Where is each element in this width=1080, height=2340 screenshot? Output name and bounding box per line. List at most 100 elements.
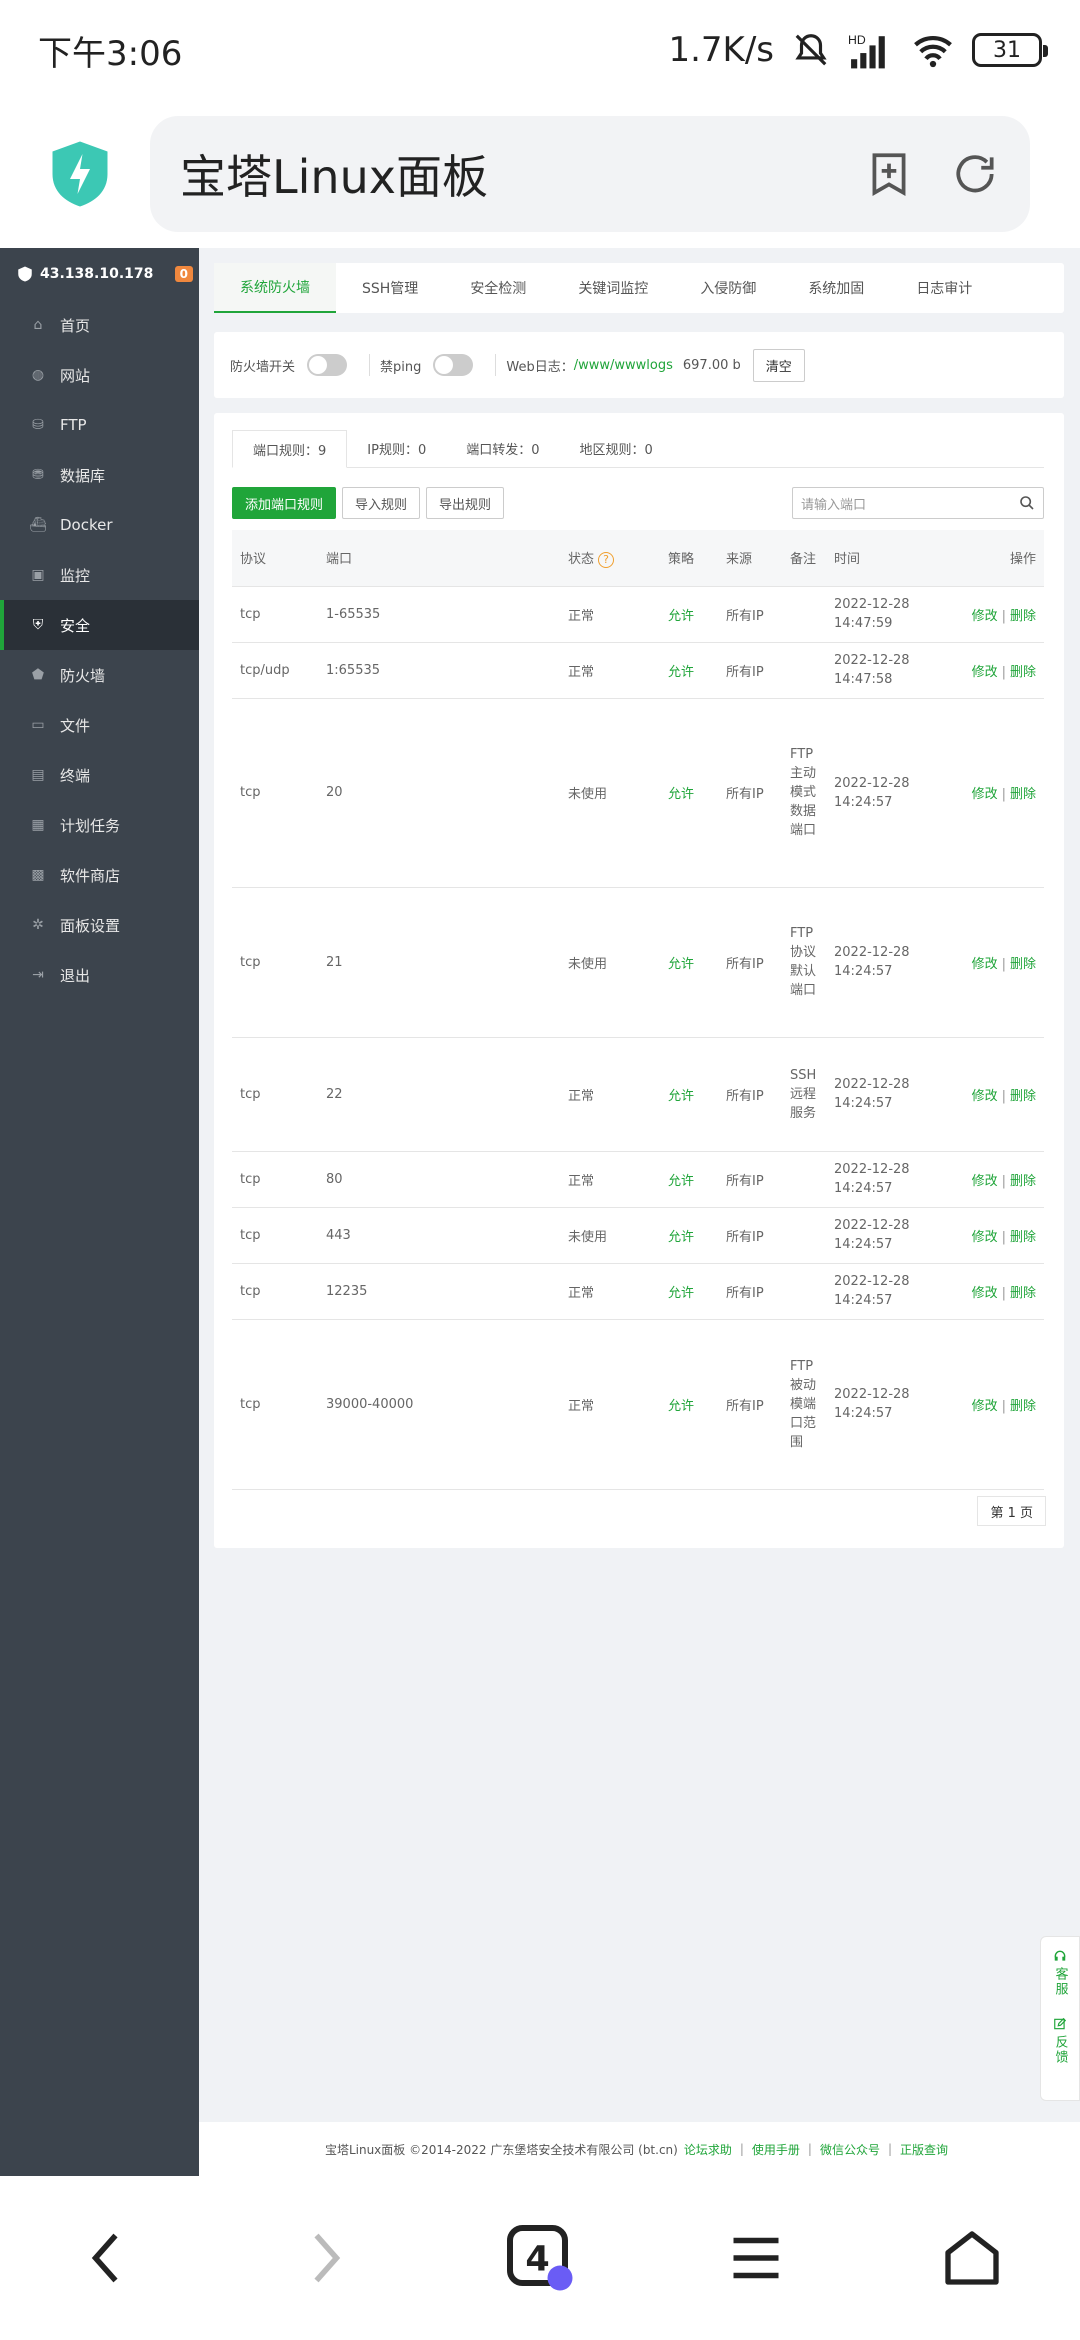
subtab[interactable]: 端口规则：9 <box>232 430 348 468</box>
cell-ops: 修改 | 删除 <box>924 1263 1044 1320</box>
col-note: 备注 <box>786 530 826 587</box>
customer-service-link[interactable]: 客服 <box>1051 1967 1070 1997</box>
cell-policy: 允许 <box>660 1207 718 1264</box>
delete-link[interactable]: 删除 <box>1010 957 1036 972</box>
search-icon[interactable] <box>1019 495 1035 511</box>
footer-link-manual[interactable]: 使用手册 <box>752 2141 800 2158</box>
cell-protocol: tcp <box>232 586 318 643</box>
subtab[interactable]: 端口转发：0 <box>446 429 559 467</box>
refresh-icon[interactable] <box>950 149 1000 199</box>
sidebar-item-label: 数据库 <box>60 466 106 485</box>
sidebar-item[interactable]: ✲ 面板设置 <box>0 900 199 950</box>
clear-log-button[interactable]: 清空 <box>752 348 805 382</box>
cell-port: 20 <box>318 698 560 888</box>
edit-link[interactable]: 修改 <box>972 957 998 972</box>
feedback-link[interactable]: 反馈 <box>1051 2035 1070 2065</box>
headset-icon[interactable] <box>1053 1949 1067 1963</box>
table-row: tcp 1-65535 正常 允许 所有IP 2022-12-28 14:47:59 修改 | 删… <box>232 586 1044 643</box>
firewall-toggle[interactable] <box>307 354 348 376</box>
signal-hd-label: HD <box>848 33 866 47</box>
sidebar-item[interactable]: ⬟ 防火墙 <box>0 650 199 700</box>
sidebar-item[interactable]: ⛴ Docker <box>0 500 199 550</box>
add-port-rule-button[interactable]: 添加端口规则 <box>232 487 337 519</box>
footer-link-wechat[interactable]: 微信公众号 <box>820 2141 880 2158</box>
delete-link[interactable]: 删除 <box>1010 1174 1036 1189</box>
delete-link[interactable]: 删除 <box>1010 609 1036 624</box>
cell-port: 1-65535 <box>318 586 560 643</box>
delete-link[interactable]: 删除 <box>1010 1286 1036 1301</box>
edit-link[interactable]: 修改 <box>972 665 998 680</box>
delete-link[interactable]: 删除 <box>1010 1230 1036 1245</box>
divider <box>369 354 371 376</box>
footer-link-forum[interactable]: 论坛求助 <box>684 2141 732 2158</box>
table-row: tcp 39000-40000 正常 允许 所有IP FTP被动模端口范围 2022-12-… <box>232 1319 1044 1490</box>
import-rules-button[interactable]: 导入规则 <box>342 487 421 519</box>
tab[interactable]: SSH管理 <box>336 263 444 313</box>
weblog-path-link[interactable]: /www/wwwlogs <box>574 358 673 373</box>
sidebar-item[interactable]: ▩ 软件商店 <box>0 850 199 900</box>
edit-link[interactable]: 修改 <box>972 609 998 624</box>
sidebar-item[interactable]: ◍ 网站 <box>0 350 199 400</box>
home-button[interactable] <box>927 2213 1017 2303</box>
status-bar: 下午3:06 1.7K/s HD 31 <box>0 0 1080 100</box>
address-bar[interactable]: 宝塔Linux面板 <box>150 116 1030 232</box>
tab[interactable]: 日志审计 <box>890 263 998 313</box>
edit-link[interactable]: 修改 <box>972 1089 998 1104</box>
edit-link[interactable]: 修改 <box>972 787 998 802</box>
tabs-icon: 4 <box>507 2225 573 2291</box>
delete-link[interactable]: 删除 <box>1010 787 1036 802</box>
edit-link[interactable]: 修改 <box>972 1286 998 1301</box>
sidebar-item-label: 防火墙 <box>60 666 106 685</box>
tab[interactable]: 入侵防御 <box>674 263 782 313</box>
port-search-input[interactable]: 请输入端口 <box>792 487 1044 519</box>
bookmark-add-icon[interactable] <box>864 149 914 199</box>
tab[interactable]: 关键词监控 <box>552 263 674 313</box>
tab[interactable]: 安全检测 <box>444 263 552 313</box>
cell-status: 正常 <box>560 1151 660 1208</box>
ping-toggle[interactable] <box>433 354 474 376</box>
edit-link[interactable]: 修改 <box>972 1174 998 1189</box>
tabs-button[interactable]: 4 <box>495 2213 585 2303</box>
op-separator: | <box>1001 1173 1006 1189</box>
subtab[interactable]: IP规则：0 <box>347 429 446 467</box>
sidebar-item[interactable]: ▤ 终端 <box>0 750 199 800</box>
footer-link-license[interactable]: 正版查询 <box>900 2141 948 2158</box>
help-icon[interactable]: ? <box>598 551 615 568</box>
forward-button[interactable] <box>279 2213 369 2303</box>
edit-link[interactable]: 修改 <box>972 1230 998 1245</box>
subtab[interactable]: 地区规则：0 <box>560 429 673 467</box>
sidebar-item[interactable]: ▣ 监控 <box>0 550 199 600</box>
op-separator: | <box>1001 787 1006 802</box>
tab[interactable]: 系统防火墙 <box>214 263 336 313</box>
folder-icon: ▭ <box>31 717 45 733</box>
op-separator: | <box>1001 608 1006 624</box>
sidebar-item[interactable]: ▦ 计划任务 <box>0 800 199 850</box>
sidebar-item-label: 首页 <box>60 316 91 335</box>
delete-link[interactable]: 删除 <box>1010 1089 1036 1104</box>
table-row: tcp 20 未使用 允许 所有IP FTP主动模式数据端口 2022-12-28 14:24… <box>232 698 1044 888</box>
alert-badge[interactable]: 0 <box>174 266 193 282</box>
delete-link[interactable]: 删除 <box>1010 1399 1036 1414</box>
gear-icon: ✲ <box>32 917 44 933</box>
server-header[interactable]: 43.138.10.178 0 <box>0 248 199 300</box>
sidebar-item[interactable]: ⛁ FTP <box>0 400 199 450</box>
menu-button[interactable] <box>711 2213 801 2303</box>
back-button[interactable] <box>63 2213 153 2303</box>
tab[interactable]: 系统加固 <box>782 263 890 313</box>
export-rules-button[interactable]: 导出规则 <box>426 487 505 519</box>
sidebar-item[interactable]: ⛃ 数据库 <box>0 450 199 500</box>
feedback-icon[interactable] <box>1053 2017 1067 2031</box>
cell-status: 正常 <box>560 1037 660 1152</box>
page-indicator[interactable]: 第 1 页 <box>977 1496 1046 1526</box>
sidebar-item[interactable]: ▭ 文件 <box>0 700 199 750</box>
cell-note <box>786 642 826 699</box>
cell-policy: 允许 <box>660 1263 718 1320</box>
cell-time: 2022-12-28 14:24:57 <box>826 698 924 888</box>
sidebar-item[interactable]: ⇥ 退出 <box>0 950 199 1000</box>
table-row: tcp 12235 正常 允许 所有IP 2022-12-28 14:24:57 修改 | 删除 <box>232 1263 1044 1320</box>
sidebar-item[interactable]: ⛨ 安全 <box>0 600 199 650</box>
cell-protocol: tcp <box>232 698 318 888</box>
delete-link[interactable]: 删除 <box>1010 665 1036 680</box>
sidebar-item[interactable]: ⌂ 首页 <box>0 300 199 350</box>
edit-link[interactable]: 修改 <box>972 1399 998 1414</box>
